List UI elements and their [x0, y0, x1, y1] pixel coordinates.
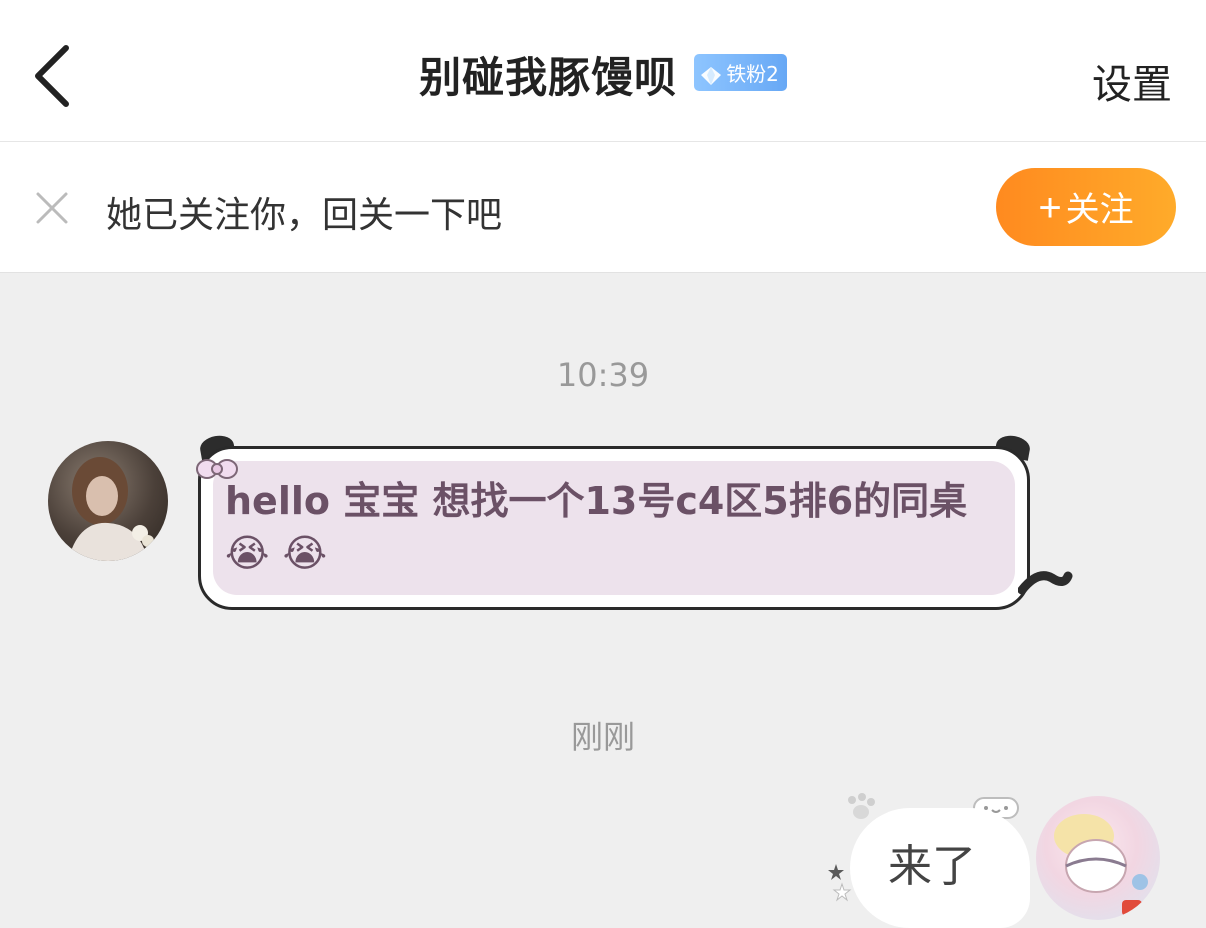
follow-back-banner: 她已关注你，回关一下吧 + 关注: [0, 142, 1206, 273]
message-timestamp: 刚刚: [570, 718, 635, 756]
settings-button[interactable]: 设置: [1092, 52, 1172, 110]
bow-icon: [196, 459, 238, 479]
badge-label: 铁粉2: [726, 62, 779, 86]
avatar[interactable]: [1036, 796, 1160, 920]
dismiss-button[interactable]: [34, 190, 70, 226]
close-icon: [36, 192, 68, 224]
incoming-message-text: hello 宝宝 想找一个13号c4区5排6的同桌😭 😭: [213, 461, 1015, 595]
paw-print-icon: [848, 793, 875, 819]
diamond-icon: [701, 66, 722, 85]
cat-tail-decoration: [1018, 571, 1073, 595]
message-timestamp: 10:39: [556, 356, 650, 394]
plus-icon: +: [1038, 186, 1062, 230]
star-icon: [828, 864, 852, 902]
outgoing-message-text: 来了: [888, 841, 976, 892]
my-avatar-image: [1054, 814, 1148, 916]
follow-button-label: 关注: [1065, 191, 1134, 229]
top-nav-bar: 别碰我豚馒呗 铁粉2 设置: [0, 0, 1206, 142]
fan-level-badge: 铁粉2: [694, 54, 787, 91]
follow-back-message: 她已关注你，回关一下吧: [106, 195, 503, 236]
follow-back-button[interactable]: + 关注: [996, 168, 1176, 246]
title-group: 别碰我豚馒呗 铁粉2: [0, 44, 1206, 105]
page-title: 别碰我豚馒呗: [419, 53, 678, 102]
sender-avatar-image: [68, 457, 154, 561]
avatar[interactable]: [48, 441, 168, 561]
incoming-message-bubble[interactable]: hello 宝宝 想找一个13号c4区5排6的同桌😭 😭: [198, 446, 1030, 610]
